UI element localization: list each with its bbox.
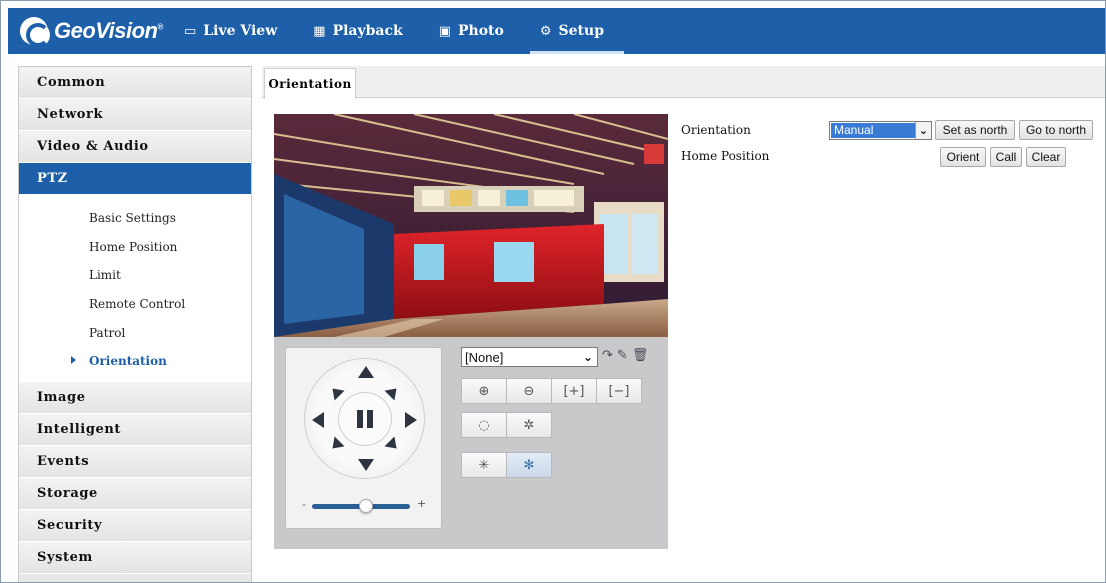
speed-minus-label: - — [302, 498, 306, 511]
film-icon: ▦ — [313, 23, 326, 39]
sidebar-item-intelligent[interactable]: Intelligent — [19, 413, 251, 446]
sidebar-item-storage[interactable]: Storage — [19, 477, 251, 510]
live-video-preview[interactable] — [274, 114, 668, 337]
wiper-button[interactable]: ✻ — [506, 452, 552, 478]
caret-right-icon — [71, 355, 76, 364]
call-button[interactable]: Call — [990, 147, 1022, 167]
pan-down-left-button[interactable] — [327, 436, 345, 454]
direction-pad — [304, 358, 425, 479]
orient-button[interactable]: Orient — [940, 147, 986, 167]
pause-icon — [357, 410, 373, 428]
pan-down-right-button[interactable] — [384, 436, 402, 454]
submenu-orientation[interactable]: Orientation — [19, 347, 251, 376]
direction-pad-box: - + — [285, 347, 442, 529]
nav-photo[interactable]: ▣ Photo — [429, 8, 514, 54]
aux-group: ✳ ✻ — [461, 452, 552, 478]
orientation-select[interactable]: Manual ⌄ — [829, 121, 932, 140]
iris-close-button[interactable]: ✲ — [506, 412, 552, 438]
go-to-north-button[interactable]: Go to north — [1019, 120, 1093, 140]
edit-preset-icon[interactable]: ✎ — [617, 348, 628, 363]
orientation-label: Orientation — [681, 123, 751, 137]
tab-strip: Orientation — [262, 66, 1105, 99]
pan-left-button[interactable] — [312, 412, 324, 428]
video-frame-image — [274, 114, 668, 337]
preset-actions: ↷ ✎ 🗑 — [602, 348, 648, 363]
sidebar-item-security[interactable]: Security — [19, 509, 251, 542]
focus-near-button[interactable]: [+] — [551, 378, 597, 404]
monitor-icon: ▭ — [184, 23, 197, 39]
app-window: GeoVision® ▭ Live View ▦ Playback ▣ Phot… — [0, 0, 1106, 583]
gear-icon: ⚙ — [539, 23, 552, 39]
nav-setup[interactable]: ⚙ Setup — [529, 8, 625, 54]
submenu-basic-settings[interactable]: Basic Settings — [19, 204, 251, 233]
nav-live-view[interactable]: ▭ Live View — [174, 8, 287, 54]
sidebar-item-image[interactable]: Image — [19, 381, 251, 414]
top-bar: GeoVision® ▭ Live View ▦ Playback ▣ Phot… — [8, 8, 1105, 54]
focus-far-button[interactable]: [−] — [596, 378, 642, 404]
pan-up-right-button[interactable] — [384, 383, 402, 401]
submenu-limit[interactable]: Limit — [19, 261, 251, 290]
pan-up-left-button[interactable] — [327, 383, 345, 401]
submenu-patrol[interactable]: Patrol — [19, 318, 251, 347]
main-nav: ▭ Live View ▦ Playback ▣ Photo ⚙ Setup — [174, 8, 630, 54]
geovision-logo: GeoVision® — [20, 16, 163, 47]
set-as-north-button[interactable]: Set as north — [935, 120, 1015, 140]
preset-select[interactable]: [None] ⌄ — [461, 347, 598, 367]
pan-up-button[interactable] — [358, 366, 374, 378]
ptz-control-panel: - + [None] ⌄ ↷ ✎ 🗑 ⊕ ⊖ [+] [−] ◌ ✲ ✳ ✻ — [274, 337, 668, 549]
photo-icon: ▣ — [438, 23, 452, 39]
chevron-down-icon: ⌄ — [582, 350, 593, 364]
sidebar-item-video-audio[interactable]: Video & Audio — [19, 131, 251, 163]
iris-open-button[interactable]: ◌ — [461, 412, 507, 438]
settings-sidebar: Common Network Video & Audio PTZ Basic S… — [18, 66, 252, 582]
speed-slider-thumb[interactable] — [358, 499, 373, 513]
logo-mark-icon — [20, 17, 50, 47]
ptz-submenu: Basic Settings Home Position Limit Remot… — [19, 195, 251, 382]
delete-preset-icon[interactable]: 🗑 — [632, 348, 649, 363]
iris-group: ◌ ✲ — [461, 412, 552, 438]
chevron-down-icon: ⌄ — [915, 122, 931, 139]
pan-right-button[interactable] — [405, 412, 417, 428]
home-position-label: Home Position — [681, 149, 770, 163]
nav-playback[interactable]: ▦ Playback — [303, 8, 412, 54]
sidebar-item-common[interactable]: Common — [19, 67, 251, 99]
zoom-in-button[interactable]: ⊕ — [461, 378, 507, 404]
sidebar-item-events[interactable]: Events — [19, 445, 251, 478]
zoom-out-button[interactable]: ⊖ — [506, 378, 552, 404]
tab-orientation[interactable]: Orientation — [264, 68, 356, 99]
pause-button[interactable] — [338, 392, 392, 446]
speed-plus-label: + — [417, 497, 427, 510]
clear-button[interactable]: Clear — [1026, 147, 1066, 167]
pan-down-button[interactable] — [358, 459, 374, 471]
submenu-remote-control[interactable]: Remote Control — [19, 290, 251, 319]
sidebar-item-ptz[interactable]: PTZ — [19, 163, 251, 195]
sidebar-item-network[interactable]: Network — [19, 99, 251, 131]
sidebar-item-system[interactable]: System — [19, 541, 251, 574]
zoom-focus-group: ⊕ ⊖ [+] [−] — [461, 378, 642, 404]
submenu-home-position[interactable]: Home Position — [19, 233, 251, 262]
goto-preset-icon[interactable]: ↷ — [602, 348, 613, 363]
light-button[interactable]: ✳ — [461, 452, 507, 478]
